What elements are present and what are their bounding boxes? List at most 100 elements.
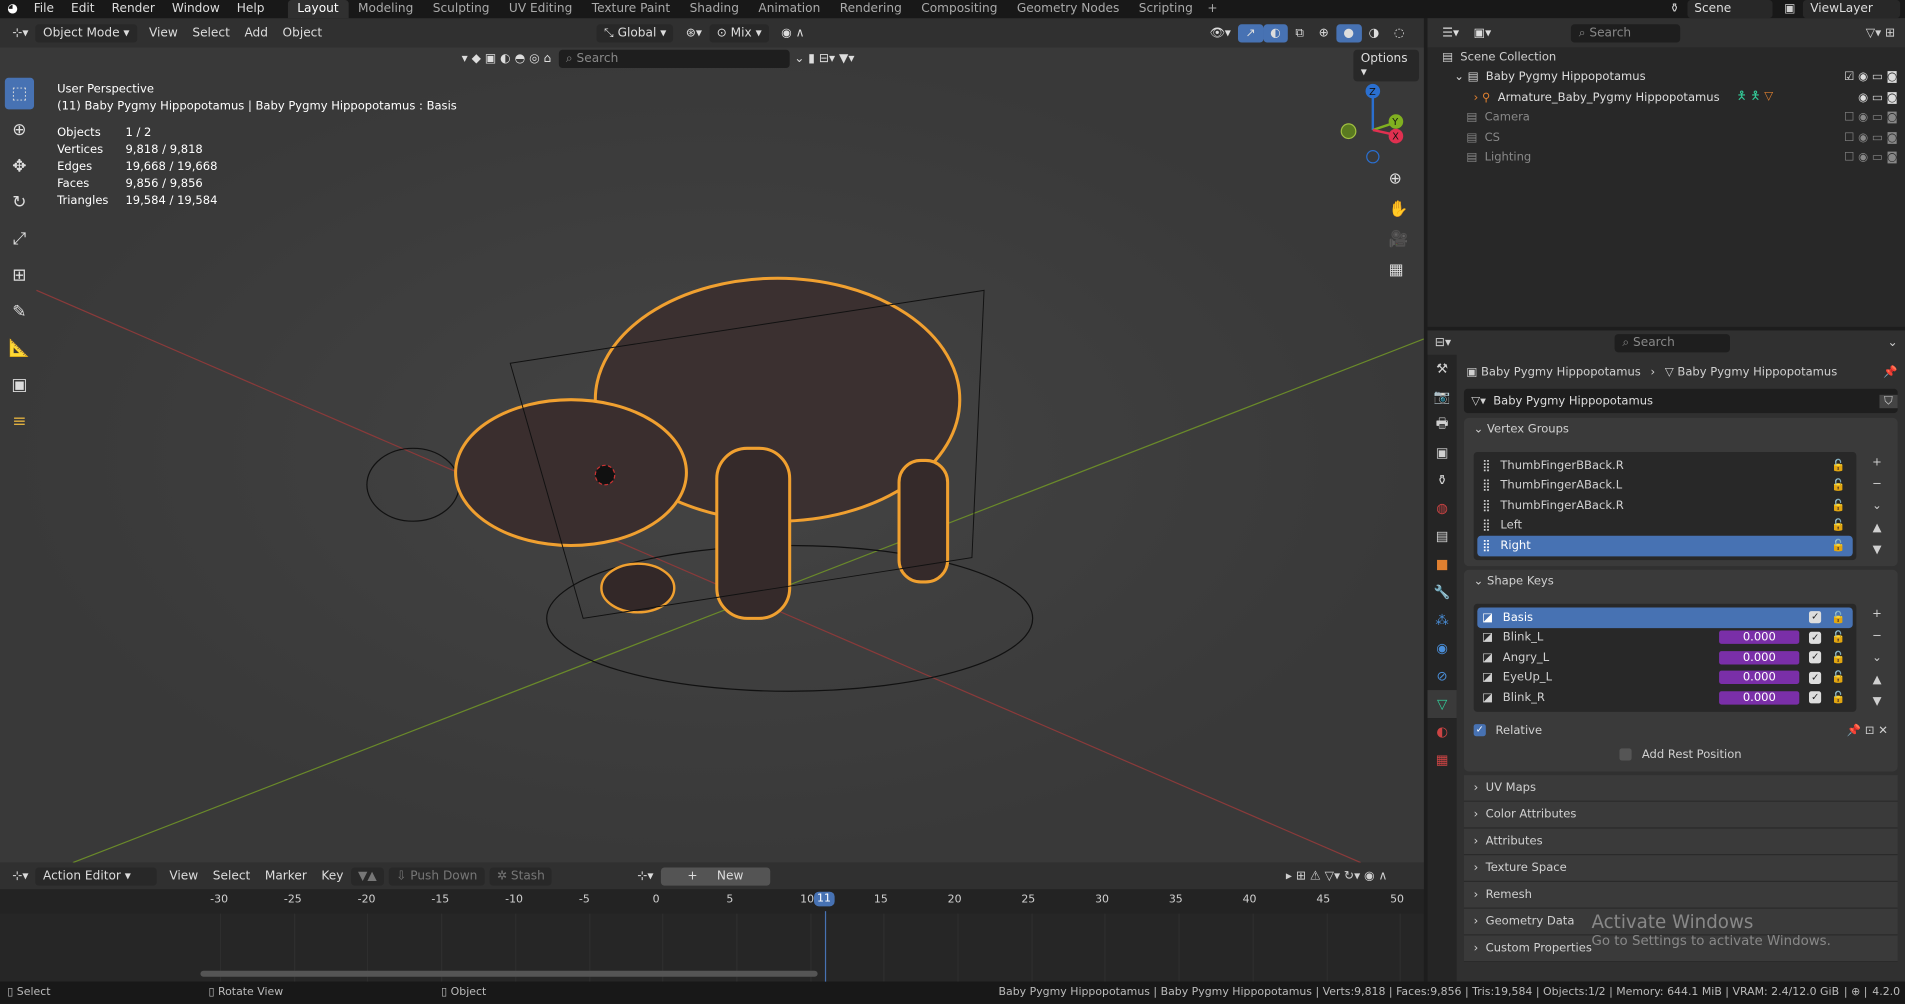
panel-texture-space[interactable]: › Texture Space [1463, 855, 1898, 883]
pan-hand-icon[interactable]: ✋ [1389, 194, 1409, 224]
outliner-item[interactable]: ▤ Lighting ☐ ◉ ▭ ◙ [1428, 148, 1905, 168]
display-mode-icon[interactable]: ☰▾ [1435, 24, 1467, 42]
measure-tool-icon[interactable]: 📐 [5, 333, 34, 365]
editor-type-icon[interactable]: ⊹▾ [5, 867, 36, 885]
shape-key-item[interactable]: ◪ Angry_L 0.000 ✓ 🔓 [1477, 648, 1852, 668]
lock-icon[interactable]: 🔓 [1831, 691, 1845, 704]
add-rest-position-checkbox[interactable] [1619, 748, 1633, 761]
panel-uv-maps[interactable]: › UV Maps [1463, 775, 1898, 802]
lock-icon[interactable]: 🔓 [1831, 611, 1845, 624]
editor-type-icon[interactable]: ⊟▾ [1435, 336, 1451, 349]
particles-tab-icon[interactable]: ⁂ [1428, 606, 1457, 634]
menu-marker[interactable]: Marker [258, 867, 315, 885]
rotate-tool-icon[interactable]: ↻ [5, 187, 34, 219]
camera-view-icon[interactable]: 🎥 [1389, 225, 1409, 255]
horizontal-scrollbar[interactable] [200, 970, 818, 977]
current-frame-indicator[interactable]: 11 [813, 891, 835, 907]
world-tab-icon[interactable]: ◍ [1428, 494, 1457, 522]
lock-icon[interactable]: 🔓 [1831, 479, 1845, 492]
push-down-button[interactable]: ⇩ Push Down [388, 866, 485, 886]
view-layer-icon[interactable]: ▣▾ [1466, 24, 1498, 42]
view-layer-icon[interactable]: ▣ [1777, 2, 1803, 15]
physics-tab-icon[interactable]: ◉ [1428, 634, 1457, 662]
shape-key-value-field[interactable]: 0.000 [1719, 670, 1800, 685]
panel-color-attributes[interactable]: › Color Attributes [1463, 801, 1898, 829]
shape-key-pin-icon[interactable]: 📌 ⊡ ✕ [1847, 723, 1888, 736]
snap-selector[interactable]: ⊙ Mix ▾ [709, 23, 769, 42]
gizmo-icon[interactable]: ↗ [1238, 23, 1263, 42]
add-workspace-button[interactable]: + [1203, 2, 1223, 15]
scene-collection-row[interactable]: ▤ Scene Collection [1428, 47, 1905, 67]
object-type-filter-icon[interactable]: ▾ ◆ ▣ ◐ ◓ ◎ ⌂ [462, 52, 552, 65]
output-tab-icon[interactable]: 🖶 [1428, 411, 1457, 439]
outliner-item[interactable]: ⌄ ▤ Baby Pygmy Hippopotamus ☑ ◉ ▭ ◙ [1428, 67, 1905, 87]
shape-key-value-field[interactable]: 0.000 [1719, 650, 1800, 665]
scene-icon[interactable]: ⚱ [1662, 2, 1687, 15]
view-layer-selector[interactable]: ViewLayer [1802, 0, 1901, 19]
overlay-icon[interactable]: ◐ [1262, 23, 1289, 42]
lock-icon[interactable]: 🔓 [1831, 539, 1845, 552]
add-shape-key-button[interactable]: + [1866, 604, 1888, 626]
navigation-gizmo[interactable]: Z Y X [1336, 81, 1409, 166]
move-tool-icon[interactable]: ✥ [5, 151, 34, 183]
menu-add[interactable]: Add [237, 24, 275, 42]
visibility-toggles[interactable]: ☐ ◉ ▭ ◙ [1844, 131, 1905, 144]
properties-search-input[interactable]: ⌕ Search [1615, 333, 1731, 352]
scene-tab-icon[interactable]: ⚱ [1428, 467, 1457, 495]
lock-icon[interactable]: 🔓 [1831, 631, 1845, 644]
vertex-group-item[interactable]: ⣿ ThumbFingerABack.L 🔓 [1477, 476, 1852, 496]
3d-viewport[interactable]: User Perspective (11) Baby Pygmy Hippopo… [0, 47, 1424, 863]
workspace-tab[interactable]: Modeling [348, 0, 423, 18]
workspace-tab[interactable]: Scripting [1129, 0, 1202, 18]
filter-icon[interactable]: ⌄ ▮ ⊟▾ ▼▾ [794, 52, 854, 65]
specials-menu-button[interactable]: ⌄ [1866, 496, 1888, 518]
annotate-tool-icon[interactable]: ✎ [5, 296, 34, 328]
visibility-icon[interactable]: 👁▾ [1202, 24, 1238, 42]
mesh-name-field[interactable]: ▽▾ Baby Pygmy Hippopotamus ⛉ [1463, 388, 1898, 414]
move-down-button[interactable]: ▼ [1866, 539, 1888, 561]
options-chevron-icon[interactable]: ⌄ [1887, 336, 1904, 349]
editor-type-icon[interactable]: ⊹▾ [5, 24, 36, 42]
cursor-tool-icon[interactable]: ⊕ [5, 114, 34, 146]
collection-tab-icon[interactable]: ▤ [1428, 522, 1457, 550]
workspace-tab[interactable]: Sculpting [423, 0, 499, 18]
lock-icon[interactable]: 🔓 [1831, 519, 1845, 532]
vertex-group-item[interactable]: ⣿ ThumbFingerBBack.R 🔓 [1477, 456, 1852, 476]
relative-checkbox[interactable]: ✓ [1473, 724, 1486, 737]
menu-view[interactable]: View [162, 867, 205, 885]
shape-key-value-field[interactable]: 0.000 [1719, 690, 1800, 705]
visibility-toggles[interactable]: ◉ ▭ ◙ [1858, 91, 1905, 104]
menu-help[interactable]: Help [228, 2, 273, 15]
menu-select[interactable]: Select [185, 24, 237, 42]
mesh-browse-icon[interactable]: ▽▾ [1464, 394, 1493, 407]
shape-key-value-field[interactable]: 0.000 [1719, 630, 1800, 645]
new-action-button[interactable]: + New [660, 866, 771, 886]
vertex-group-item[interactable]: ⣿ ThumbFingerABack.R 🔓 [1477, 496, 1852, 516]
layer-arrows[interactable]: ▼▲ [350, 866, 385, 886]
lock-icon[interactable]: 🔓 [1831, 499, 1845, 512]
pivot-icon[interactable]: ⊛▾ [678, 24, 709, 42]
vertex-group-item[interactable]: ⣿ Right 🔓 [1477, 535, 1853, 556]
shape-key-specials-button[interactable]: ⌄ [1866, 648, 1888, 670]
transform-tool-icon[interactable]: ⊞ [5, 260, 34, 292]
menu-edit[interactable]: Edit [63, 2, 104, 15]
constraints-tab-icon[interactable]: ⊘ [1428, 662, 1457, 690]
zoom-icon[interactable]: ⊕ [1389, 164, 1409, 194]
shape-keys-header[interactable]: ⌄ Shape Keys [1474, 575, 1888, 597]
mesh-data-tab-icon[interactable]: ▽ [1427, 690, 1457, 719]
menu-window[interactable]: Window [163, 2, 228, 15]
mute-checkbox[interactable]: ✓ [1809, 671, 1822, 684]
render-tab-icon[interactable]: 📷 [1428, 383, 1457, 411]
outliner-item[interactable]: › ⚲ Armature_Baby_Pygmy Hippopotamus 🯅 🯅 ▽… [1428, 87, 1905, 107]
visibility-toggles[interactable]: ☑ ◉ ▭ ◙ [1844, 71, 1905, 84]
workspace-tab[interactable]: Rendering [830, 0, 911, 18]
lock-icon[interactable]: 🔓 [1831, 671, 1845, 684]
view-layer-tab-icon[interactable]: ▣ [1428, 439, 1457, 467]
workspace-tab[interactable]: Geometry Nodes [1007, 0, 1129, 18]
mute-checkbox[interactable]: ✓ [1809, 691, 1822, 704]
xray-icon[interactable]: ⧉ [1288, 24, 1311, 42]
mute-checkbox[interactable]: ✓ [1809, 631, 1822, 644]
lock-icon[interactable]: 🔓 [1831, 651, 1845, 664]
menu-select[interactable]: Select [205, 867, 257, 885]
workspace-tab[interactable]: Compositing [912, 0, 1008, 18]
